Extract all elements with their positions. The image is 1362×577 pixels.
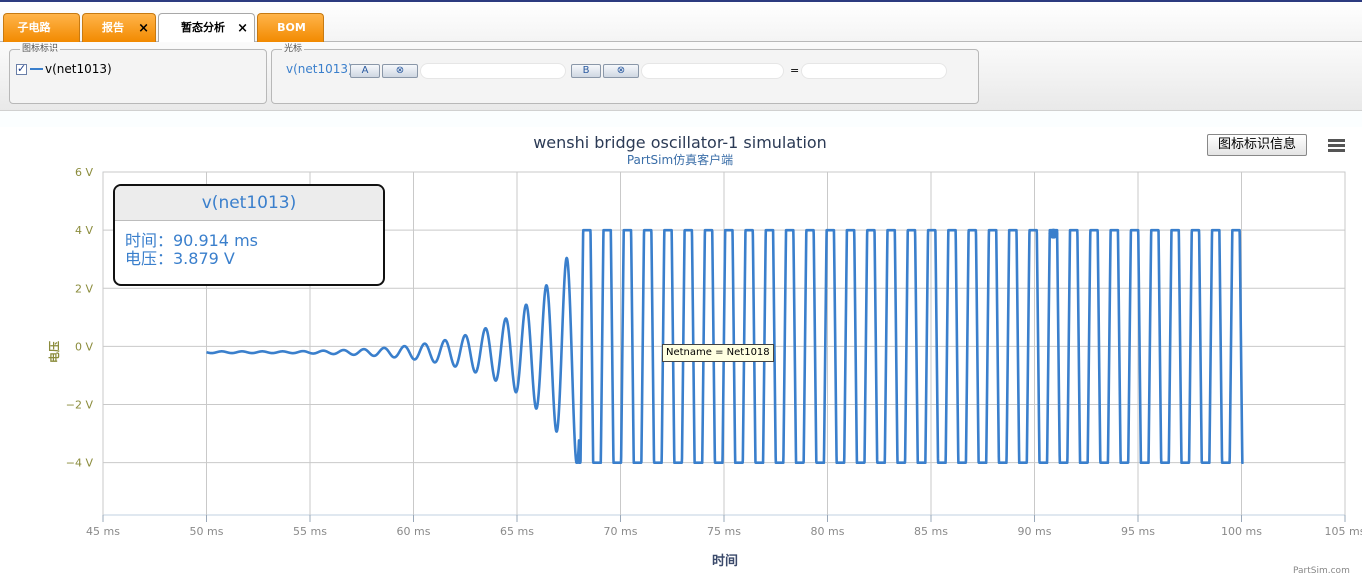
tab-subcircuit[interactable]: 子电路: [3, 13, 80, 42]
cursor-a-button[interactable]: A: [350, 64, 380, 78]
legend-group: 图标标识 v(net1013): [9, 45, 267, 104]
tab-bom[interactable]: BOM: [257, 13, 324, 42]
close-icon[interactable]: ×: [237, 15, 248, 43]
cursor-group: 光标 v(net1013) A ⊗ B ⊗ =: [271, 45, 979, 104]
cursor-delta-value-field[interactable]: [801, 63, 947, 79]
chart-title: wenshi bridge oscillator-1 simulation: [533, 133, 827, 152]
y-tick-label: −4 V: [66, 457, 94, 470]
tooltip-time: 时间：90.914 ms: [125, 231, 258, 250]
tab-transient-analysis-label: 暂态分析: [181, 21, 225, 34]
legend-item-label: v(net1013): [45, 62, 112, 76]
x-tick-label: 90 ms: [1018, 525, 1052, 538]
highlight-point[interactable]: [1048, 228, 1059, 239]
x-tick-label: 55 ms: [293, 525, 327, 538]
tab-bom-label: BOM: [277, 21, 306, 34]
close-icon[interactable]: ×: [138, 15, 149, 43]
analysis-toolbar: 图标标识 v(net1013) 光标 v(net1013) A ⊗ B ⊗ =: [0, 42, 1362, 111]
partsim-credit-link[interactable]: PartSim.com: [1293, 566, 1350, 576]
x-axis-title: 时间: [712, 553, 738, 569]
x-tick-label: 95 ms: [1121, 525, 1155, 538]
x-tick-label: 75 ms: [707, 525, 741, 538]
x-tick-label: 65 ms: [500, 525, 534, 538]
cursor-signal-label: v(net1013): [286, 62, 353, 76]
cursor-a-value-field[interactable]: [420, 63, 566, 79]
chart-subtitle: PartSim仿真客户端: [627, 152, 733, 167]
y-tick-label: 6 V: [75, 166, 93, 179]
x-tick-label: 85 ms: [914, 525, 948, 538]
y-axis-title: 电压: [47, 341, 61, 363]
legend-item[interactable]: v(net1013): [16, 62, 112, 76]
y-tick-label: 4 V: [75, 224, 93, 237]
point-tooltip: v(net1013) 时间：90.914 ms 电压：3.879 V: [113, 184, 385, 286]
hamburger-menu-icon[interactable]: [1322, 133, 1350, 157]
x-tick-label: 80 ms: [811, 525, 845, 538]
y-tick-label: −2 V: [66, 399, 94, 412]
y-tick-label: 2 V: [75, 282, 93, 295]
tab-subcircuit-label: 子电路: [17, 21, 51, 34]
x-tick-label: 50 ms: [190, 525, 224, 538]
x-tick-label: 100 ms: [1221, 525, 1262, 538]
cursor-group-title: 光标: [284, 44, 303, 54]
x-tick-label: 45 ms: [86, 525, 120, 538]
y-tick-label: 0 V: [75, 340, 93, 353]
net-name-tooltip: Netname = Net1018: [662, 344, 774, 362]
x-tick-label: 60 ms: [397, 525, 431, 538]
tooltip-series-name: v(net1013): [115, 186, 383, 221]
legend-info-button[interactable]: 图标标识信息: [1207, 134, 1307, 156]
clear-cursor-b-icon[interactable]: ⊗: [603, 64, 639, 78]
series-line-swatch-icon: [30, 68, 43, 70]
tab-report[interactable]: 报告 ×: [82, 13, 156, 42]
tab-bar: 子电路 报告 × 暂态分析 × BOM: [0, 2, 1362, 43]
legend-group-title: 图标标识: [22, 44, 59, 54]
cursor-b-value-field[interactable]: [641, 63, 784, 79]
legend-checkbox[interactable]: [16, 62, 27, 75]
cursor-b-button[interactable]: B: [571, 64, 601, 78]
cursor-delta-equals: =: [790, 64, 800, 77]
tab-transient-analysis[interactable]: 暂态分析 ×: [158, 13, 255, 43]
tooltip-voltage: 电压：3.879 V: [125, 249, 235, 268]
clear-cursor-a-icon[interactable]: ⊗: [382, 64, 418, 78]
x-tick-label: 70 ms: [604, 525, 638, 538]
tab-report-label: 报告: [102, 21, 124, 34]
x-tick-label: 105 ms: [1325, 525, 1362, 538]
